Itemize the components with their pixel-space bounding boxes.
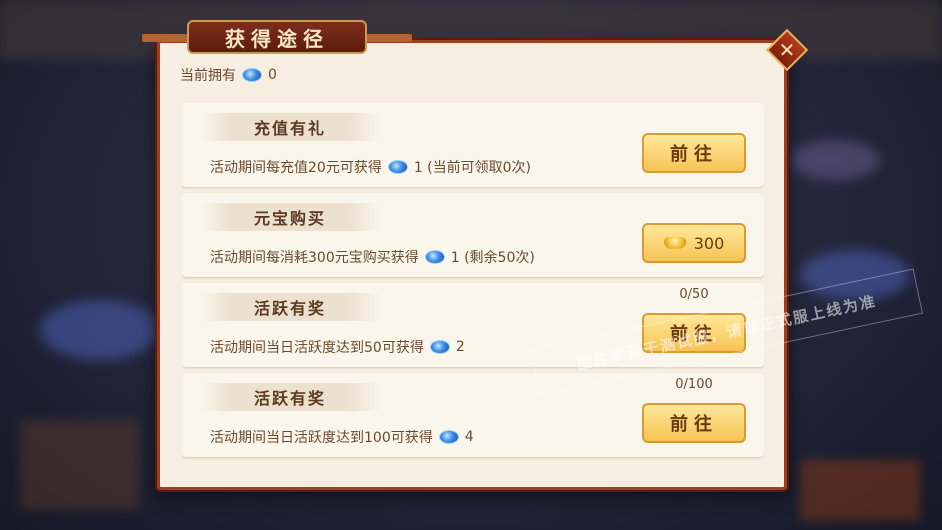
card-desc: 活动期间每消耗300元宝购买获得 1 (剩余50次) [210, 247, 535, 267]
buy-button[interactable]: 300 [642, 223, 746, 263]
desc-text: 活动期间当日活跃度达到50可获得 [210, 340, 424, 356]
list-item: 元宝购买 活动期间每消耗300元宝购买获得 1 (剩余50次) 300 [182, 193, 764, 277]
ingot-icon [663, 237, 686, 249]
buy-price: 300 [693, 233, 725, 253]
desc-reward: 1 (剩余50次) [450, 250, 535, 266]
source-list: 充值有礼 活动期间每充值20元可获得 1 (当前可领取0次) 前往 元宝购买 活… [182, 103, 764, 463]
desc-text: 活动期间每消耗300元宝购买获得 [210, 250, 419, 266]
progress-text: 0/50 [679, 287, 709, 302]
card-title: 充值有礼 [200, 113, 380, 141]
gem-icon [429, 340, 450, 354]
desc-reward: 1 (当前可领取0次) [413, 160, 532, 176]
card-desc: 活动期间每充值20元可获得 1 (当前可领取0次) [210, 157, 531, 177]
card-desc: 活动期间当日活跃度达到100可获得 4 [210, 427, 474, 447]
list-item: 充值有礼 活动期间每充值20元可获得 1 (当前可领取0次) 前往 [182, 103, 764, 187]
card-desc: 活动期间当日活跃度达到50可获得 2 [210, 337, 465, 357]
gem-icon [424, 250, 445, 264]
dialog-title: 获得途径 [187, 20, 367, 54]
gem-icon [438, 430, 459, 444]
gem-icon [242, 68, 262, 82]
acquire-dialog: 当前拥有 0 充值有礼 活动期间每充值20元可获得 1 (当前可领取0次) 前往… [157, 40, 787, 490]
card-title: 活跃有奖 [200, 293, 380, 321]
desc-reward: 2 [455, 339, 465, 355]
desc-text: 活动期间每充值20元可获得 [210, 160, 382, 176]
progress-text: 0/100 [675, 377, 713, 392]
card-title: 元宝购买 [200, 203, 380, 231]
owned-row: 当前拥有 0 [180, 65, 277, 85]
desc-text: 活动期间当日活跃度达到100可获得 [210, 430, 433, 446]
goto-button[interactable]: 前往 [642, 133, 746, 173]
goto-button[interactable]: 前往 [642, 403, 746, 443]
owned-label: 当前拥有 [180, 68, 236, 84]
title-bar: 获得途径 [142, 20, 412, 54]
card-title: 活跃有奖 [200, 383, 380, 411]
list-item: 0/100 活跃有奖 活动期间当日活跃度达到100可获得 4 前往 [182, 373, 764, 457]
desc-reward: 4 [464, 429, 474, 445]
owned-count: 0 [268, 67, 277, 83]
close-icon: ✕ [778, 38, 796, 62]
gem-icon [387, 160, 408, 174]
